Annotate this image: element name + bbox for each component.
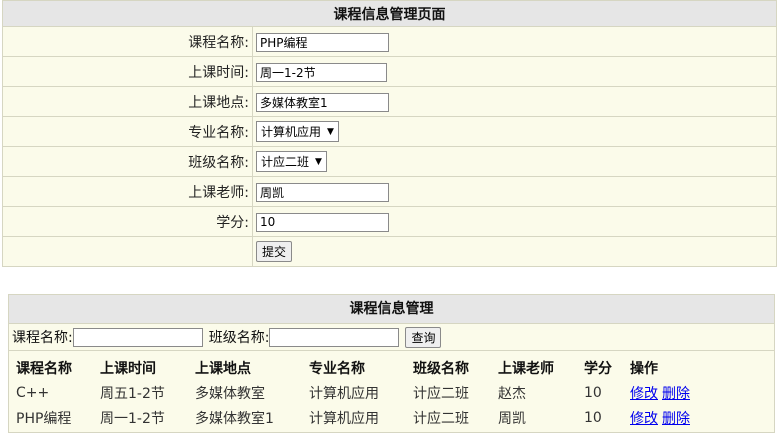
search-class-label: 班级名称:	[208, 330, 270, 346]
class-name-select-value: 计应二班	[261, 155, 310, 169]
query-button[interactable]: 查询	[405, 326, 442, 348]
cell-class: 计应二班	[413, 385, 469, 402]
class-name-label: 班级名称:	[2, 146, 253, 177]
table-header-row: 课程名称 上课时间 上课地点 专业名称 班级名称 上课老师 学分 操作	[9, 355, 730, 380]
course-table: 课程名称 上课时间 上课地点 专业名称 班级名称 上课老师 学分 操作 C++ …	[9, 355, 730, 430]
course-name-input[interactable]	[256, 32, 389, 52]
class-time-input[interactable]	[256, 62, 387, 82]
dropdown-arrow-icon: ▼	[315, 156, 322, 167]
col-credit: 学分	[584, 360, 612, 377]
dropdown-arrow-icon: ▼	[327, 126, 334, 137]
table-row: PHP编程 周一1-2节 多媒体教室1 计算机应用 计应二班 周凯 10 修改删…	[9, 405, 730, 430]
col-actions: 操作	[630, 360, 658, 377]
cell-actions: 修改 删除	[630, 405, 730, 430]
teacher-label: 上课老师:	[2, 176, 253, 207]
table-row: C++ 周五1-2节 多媒体教室 计算机应用 计应二班 赵杰 10 修改 删除	[9, 380, 730, 405]
major-label: 专业名称:	[2, 116, 253, 147]
location-input[interactable]	[256, 92, 389, 112]
cell-course: PHP编程	[16, 410, 72, 427]
class-time-label: 上课时间:	[2, 56, 253, 87]
class-name-select[interactable]: 计应二班 ▼	[256, 151, 327, 172]
edit-link[interactable]: 修改	[630, 386, 658, 402]
cell-major: 计算机应用	[309, 410, 379, 427]
cell-time: 周五1-2节	[100, 385, 165, 402]
search-bar: 课程名称: 班级名称: 查询	[9, 324, 774, 351]
cell-time: 周一1-2节	[100, 410, 165, 427]
course-name-label: 课程名称:	[2, 26, 253, 57]
delete-link[interactable]: 删除	[662, 386, 690, 402]
cell-major: 计算机应用	[309, 385, 379, 402]
cell-teacher: 周凯	[498, 410, 526, 427]
cell-credit: 10	[584, 409, 602, 426]
cell-location: 多媒体教室	[195, 385, 265, 402]
edit-link[interactable]: 修改	[630, 411, 658, 427]
delete-link[interactable]: 删除	[662, 411, 690, 427]
search-course-input[interactable]	[72, 327, 203, 347]
search-course-label: 课程名称:	[12, 330, 73, 346]
col-class: 班级名称	[413, 360, 469, 377]
cell-class: 计应二班	[413, 410, 469, 427]
cell-location: 多媒体教室1	[195, 410, 274, 427]
list-title: 课程信息管理	[9, 295, 774, 324]
col-course: 课程名称	[16, 360, 72, 377]
credit-label: 学分:	[2, 206, 253, 237]
location-label: 上课地点:	[2, 86, 253, 117]
form-title: 课程信息管理页面	[2, 0, 777, 27]
col-location: 上课地点	[195, 360, 251, 377]
col-teacher: 上课老师	[498, 360, 554, 377]
search-class-input[interactable]	[269, 327, 400, 347]
col-time: 上课时间	[100, 360, 156, 377]
teacher-input[interactable]	[256, 182, 389, 202]
cell-credit: 10	[584, 384, 602, 401]
course-form: 课程信息管理页面 课程名称: 上课时间: 上课地点: 专业名称: 计算机应用 ▼…	[2, 0, 777, 267]
credit-input[interactable]	[256, 212, 389, 232]
course-list-panel: 课程信息管理 课程名称: 班级名称: 查询 课程名称 上课时间 上课地点 专业名…	[8, 294, 775, 433]
major-select[interactable]: 计算机应用 ▼	[256, 121, 339, 142]
cell-teacher: 赵杰	[498, 385, 526, 402]
col-major: 专业名称	[309, 360, 365, 377]
submit-button[interactable]: 提交	[256, 241, 293, 262]
cell-course: C++	[16, 384, 50, 401]
major-select-value: 计算机应用	[261, 125, 322, 139]
cell-actions: 修改 删除	[630, 380, 730, 405]
